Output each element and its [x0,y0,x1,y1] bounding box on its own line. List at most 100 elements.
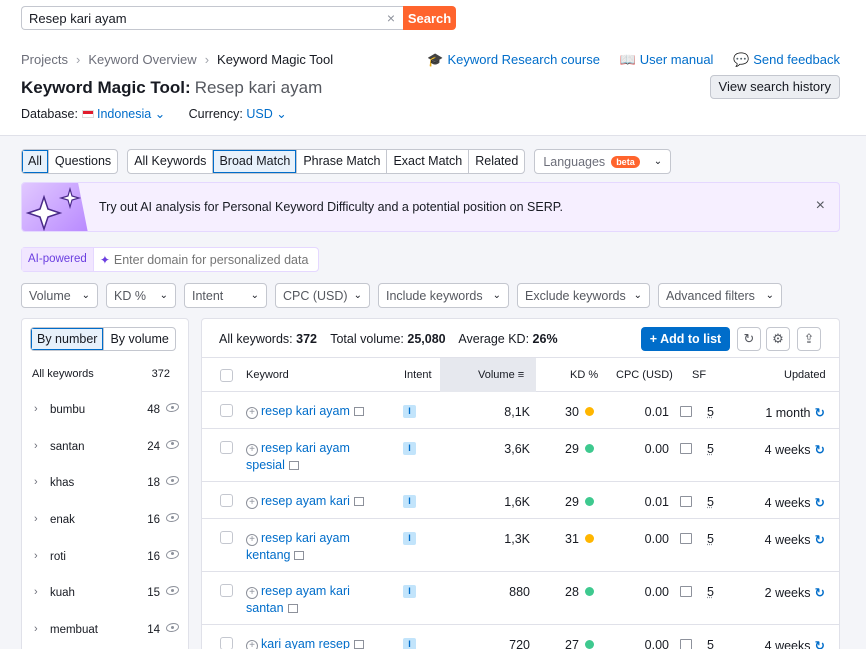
group-item[interactable]: › roti 16 [22,539,188,576]
serp-icon[interactable] [294,551,305,560]
eye-icon[interactable] [166,439,179,449]
chevron-right-icon[interactable]: › [34,403,38,415]
chevron-right-icon[interactable]: › [34,513,38,525]
row-checkbox[interactable] [220,584,233,597]
refresh-icon[interactable]: ↻ [815,639,825,649]
group-item[interactable]: › enak 16 [22,502,188,539]
tab-all-keywords[interactable]: All Keywords [128,150,214,173]
serp-features-icon[interactable] [680,533,692,544]
row-checkbox[interactable] [220,531,233,544]
refresh-icon[interactable]: ↻ [815,406,825,420]
chevron-right-icon[interactable]: › [34,550,38,562]
row-checkbox[interactable] [220,441,233,454]
refresh-icon[interactable]: ↻ [815,586,825,600]
col-cpc[interactable]: CPC (USD) [616,369,673,381]
clear-icon[interactable]: × [387,10,395,26]
col-updated[interactable]: Updated [784,369,826,381]
group-item[interactable]: › santan 24 [22,429,188,466]
serp-icon[interactable] [353,497,364,506]
col-intent[interactable]: Intent [404,369,432,381]
sf-count[interactable]: 5 [707,638,714,649]
exclude-keywords-filter[interactable]: Exclude keywords ⌄ [517,283,650,308]
breadcrumb-projects[interactable]: Projects [21,52,68,67]
search-input[interactable] [22,7,372,29]
keyword-link[interactable]: + resep kari ayam kentang [246,530,376,564]
close-icon[interactable]: × [816,197,825,215]
add-icon[interactable]: + [246,497,258,509]
ai-analysis-link[interactable]: AI analysis [140,200,200,214]
sf-count[interactable]: 5 [707,532,714,546]
kd-filter[interactable]: KD % ⌄ [106,283,176,308]
include-keywords-filter[interactable]: Include keywords ⌄ [378,283,509,308]
send-feedback-link[interactable]: 💬 Send feedback [733,52,840,67]
add-icon[interactable]: + [246,407,258,419]
languages-dropdown[interactable]: Languages beta ⌄ [534,149,672,174]
search-button[interactable]: Search [403,6,456,30]
serp-features-icon[interactable] [680,586,692,597]
sf-count[interactable]: 5 [707,585,714,599]
row-checkbox[interactable] [220,404,233,417]
by-number-button[interactable]: By number [31,328,105,350]
chevron-right-icon[interactable]: › [34,586,38,598]
eye-icon[interactable] [166,549,179,559]
group-item[interactable]: › kuah 15 [22,575,188,612]
serp-icon[interactable] [353,640,364,649]
eye-icon[interactable] [166,403,179,412]
eye-icon[interactable] [166,513,179,523]
refresh-icon[interactable]: ↻ [815,496,825,510]
group-item[interactable]: › bumbu 48 [22,392,188,429]
col-sf[interactable]: SF [692,369,706,381]
database-select[interactable]: Indonesia ⌄ [97,107,165,121]
chevron-right-icon[interactable]: › [34,476,38,488]
domain-input[interactable] [113,249,310,270]
add-icon[interactable]: + [246,640,258,649]
serp-icon[interactable] [353,407,364,416]
refresh-icon[interactable]: ↻ [815,533,825,547]
serp-features-icon[interactable] [680,406,692,417]
breadcrumb-keyword-overview[interactable]: Keyword Overview [88,52,196,67]
tab-related[interactable]: Related [469,150,524,173]
keyword-link[interactable]: + resep kari ayam [246,403,376,420]
sf-count[interactable]: 5 [707,495,714,509]
group-item[interactable]: › membuat 14 [22,612,188,649]
user-manual-link[interactable]: 📖 User manual [620,52,714,67]
keyword-link[interactable]: + resep kari ayam spesial [246,440,376,474]
volume-filter[interactable]: Volume ⌄ [21,283,98,308]
export-icon[interactable]: ⇪ [797,327,821,351]
eye-icon[interactable] [166,586,179,596]
sf-count[interactable]: 5 [707,405,714,419]
eye-icon[interactable] [166,476,179,486]
select-all-checkbox[interactable] [220,369,233,382]
keyword-link[interactable]: + kari ayam resep [246,636,376,649]
serp-features-icon[interactable] [680,443,692,454]
add-icon[interactable]: + [246,444,258,456]
row-checkbox[interactable] [220,637,233,649]
add-to-list-button[interactable]: + Add to list [641,327,730,351]
col-keyword[interactable]: Keyword [246,369,289,381]
col-kd[interactable]: KD % [570,369,598,381]
currency-select[interactable]: USD ⌄ [246,107,286,121]
tab-phrase-match[interactable]: Phrase Match [297,150,388,173]
chevron-right-icon[interactable]: › [34,623,38,635]
eye-icon[interactable] [166,623,179,633]
serp-features-icon[interactable] [680,639,692,649]
chevron-right-icon[interactable]: › [34,440,38,452]
sf-count[interactable]: 5 [707,442,714,456]
keyword-link[interactable]: + resep ayam kari santan [246,583,376,617]
tab-broad-match[interactable]: Broad Match [213,150,298,173]
add-icon[interactable]: + [246,587,258,599]
tab-questions[interactable]: Questions [49,150,117,173]
serp-features-icon[interactable] [680,496,692,507]
view-search-history-button[interactable]: View search history [709,75,840,99]
col-volume[interactable]: Volume ≡ [478,369,524,381]
keyword-research-course-link[interactable]: 🎓 Keyword Research course [427,52,600,67]
keyword-link[interactable]: + resep ayam kari [246,493,376,510]
row-checkbox[interactable] [220,494,233,507]
add-icon[interactable]: + [246,534,258,546]
refresh-icon[interactable]: ↻ [737,327,761,351]
group-item[interactable]: › khas 18 [22,465,188,502]
tab-all[interactable]: All [22,150,49,173]
by-volume-button[interactable]: By volume [104,328,174,350]
intent-filter[interactable]: Intent ⌄ [184,283,267,308]
serp-icon[interactable] [288,461,299,470]
